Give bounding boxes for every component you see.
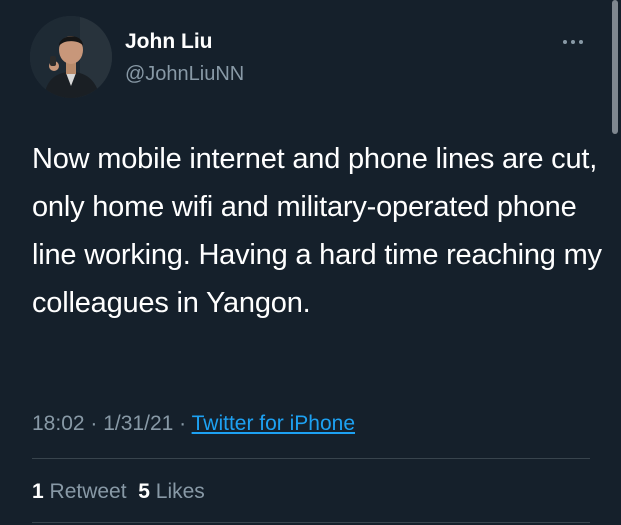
more-horizontal-icon-dot — [571, 40, 575, 44]
tweet-detail: John Liu @JohnLiuNN Now mobile internet … — [0, 0, 621, 525]
tweet-meta: 18:02 · 1/31/21 · Twitter for iPhone — [32, 409, 355, 439]
more-options-button[interactable] — [556, 30, 590, 54]
avatar-photo — [30, 16, 112, 98]
meta-separator: · — [173, 412, 192, 435]
author-handle[interactable]: @JohnLiuNN — [125, 60, 244, 88]
tweet-source-link[interactable]: Twitter for iPhone — [192, 412, 355, 435]
divider — [32, 522, 590, 523]
tweet-text: Now mobile internet and phone lines are … — [32, 143, 602, 319]
tweet-stats: 1 Retweet 5 Likes — [32, 477, 205, 507]
more-horizontal-icon-dot — [579, 40, 583, 44]
likes-stat[interactable]: 5 Likes — [138, 480, 205, 503]
retweets-stat[interactable]: 1 Retweet — [32, 480, 127, 503]
tweet-date[interactable]: 1/31/21 — [103, 412, 173, 435]
avatar[interactable] — [30, 16, 112, 98]
tweet-time[interactable]: 18:02 — [32, 412, 85, 435]
retweet-count: 1 — [32, 480, 44, 503]
meta-separator: · — [84, 412, 104, 435]
divider — [32, 458, 590, 459]
scrollbar-thumb[interactable] — [612, 0, 618, 134]
author-display-name[interactable]: John Liu — [125, 28, 213, 56]
like-label: Likes — [155, 480, 205, 503]
like-count: 5 — [138, 480, 150, 503]
retweet-label: Retweet — [49, 480, 127, 503]
more-horizontal-icon — [563, 40, 567, 44]
